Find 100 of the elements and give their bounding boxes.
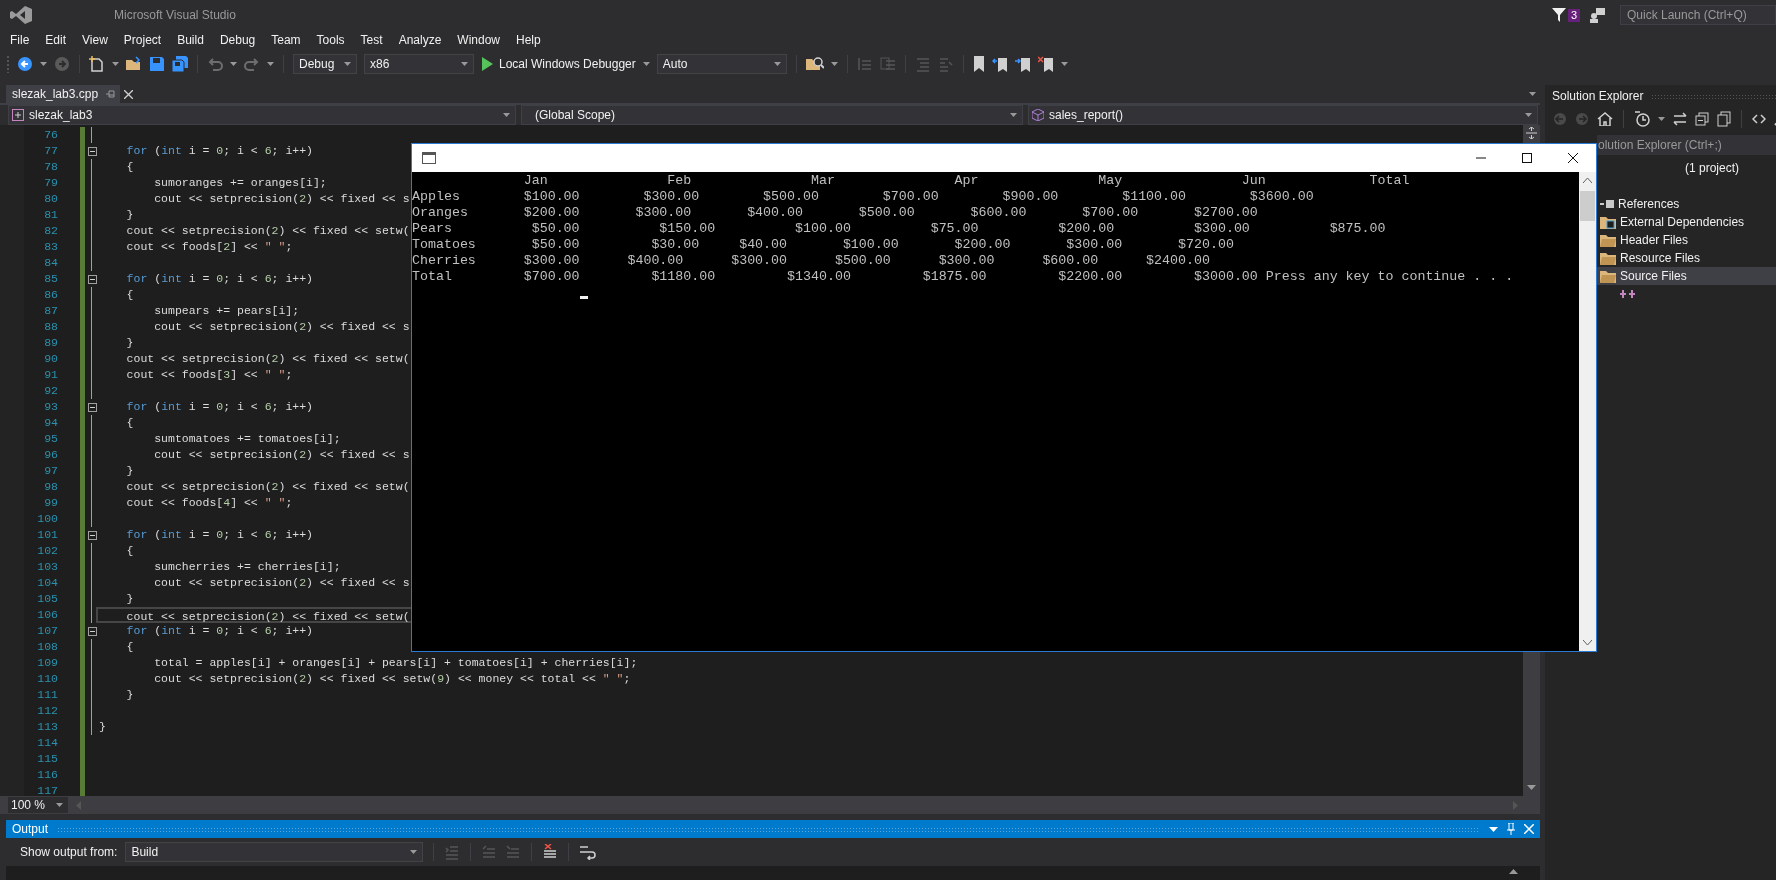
code-line: sumpears += pears[i]; [153,303,300,319]
menu-item[interactable]: Help [508,33,549,47]
pages-icon[interactable] [1717,111,1731,127]
member-dropdown[interactable]: sales_report() [1028,105,1538,125]
collapse-icon[interactable] [87,530,97,540]
save-icon[interactable] [149,56,165,72]
back-icon[interactable] [17,56,33,72]
close-icon[interactable] [1567,152,1579,164]
panel-title: Output [12,822,49,836]
pin-icon[interactable] [106,89,117,99]
menu-item[interactable]: Test [352,33,391,47]
output-source-dropdown[interactable]: Build [125,842,424,862]
code-line: { [125,543,134,559]
word-wrap-icon[interactable] [579,844,598,860]
code-line: } [125,207,134,223]
line-number: 88 [43,319,58,335]
caret-icon [410,850,418,854]
caret-icon [1060,62,1068,66]
line-number: 82 [43,223,58,239]
project-dropdown[interactable]: slezak_lab3 [8,105,516,125]
scroll-up-icon[interactable] [1509,869,1518,874]
menu-item[interactable]: Build [169,33,212,47]
clear-all-icon[interactable] [542,844,559,860]
console-line: Pears $50.00 $150.00 $100.00 $75.00 $200.00 $300.00 $875.00 [412,221,1387,237]
code-line: } [125,463,134,479]
tree-item[interactable]: (1 project) [1597,159,1776,177]
menu-item[interactable]: Team [263,33,309,47]
scroll-thumb[interactable] [1580,191,1595,221]
tree-item[interactable]: References [1597,195,1776,213]
menu-item[interactable]: Edit [37,33,75,47]
bookmark-arrow-icon[interactable] [991,56,1008,72]
feedback-icon[interactable] [1590,7,1606,23]
line-number: 109 [36,655,58,671]
save-all-icon[interactable] [172,56,188,72]
scroll-up-icon[interactable] [1583,178,1592,183]
folder-search-icon[interactable] [805,56,824,72]
menu-item[interactable]: Analyze [390,33,450,47]
maximize-icon[interactable] [1521,152,1533,164]
line-number: 92 [43,383,58,399]
collapse-all-icon[interactable] [1695,112,1709,126]
line-number: 95 [43,431,58,447]
line-number: 93 [43,399,58,415]
quick-launch-field[interactable]: Quick Launch (Ctrl+Q) [1620,5,1776,25]
line-number: 108 [36,639,58,655]
history-icon[interactable] [1634,111,1650,127]
redo-icon[interactable] [244,56,260,72]
dropdown-icon[interactable] [1489,826,1498,832]
tree-item[interactable]: Source Files [1597,267,1776,285]
line-number: 94 [43,415,58,431]
tab-list-caret-icon [1529,92,1536,96]
scope-dropdown[interactable]: (Global Scope) [521,105,1023,125]
open-folder-icon[interactable] [126,56,142,72]
bookmark-arrow-icon[interactable] [1014,56,1031,72]
search-field[interactable]: olution Explorer (Ctrl+;) [1597,135,1776,155]
line-number: 87 [43,303,58,319]
line-number: 97 [43,463,58,479]
tree-item[interactable]: Resource Files [1597,249,1776,267]
scroll-down-icon[interactable] [1583,640,1592,645]
scroll-down-icon[interactable] [1527,785,1536,790]
sync-icon[interactable] [1673,112,1687,126]
notifications-button[interactable]: 3 [1551,8,1580,22]
menu-item[interactable]: File [2,33,38,47]
menu-item[interactable]: Project [115,33,170,47]
new-item-icon[interactable] [89,56,105,72]
undo-icon[interactable] [207,56,223,72]
pin-icon[interactable] [1507,823,1515,835]
split-icon[interactable] [1526,127,1537,139]
console-line: Cherries $300.00 $400.00 $300.00 $500.00 $300.00 $600.00 $2400.00 [412,253,1211,269]
line-number: 89 [43,335,58,351]
bookmark-icon[interactable] [972,56,985,72]
target-dropdown[interactable]: Auto [656,54,787,74]
code-line: sumcherries += cherries[i]; [153,559,341,575]
caret-icon [267,62,274,66]
funnel-icon [1551,8,1566,22]
console-line: Jan Feb Mar Apr May Jun Total [522,173,1411,189]
tree-item[interactable]: External Dependencies [1597,213,1776,231]
collapse-icon[interactable] [87,146,97,156]
collapse-icon[interactable] [87,402,97,412]
caret-icon [40,62,47,66]
start-debugging-button[interactable]: Local Windows Debugger [481,57,636,71]
panel-title: Solution Explorer [1552,89,1644,103]
tree-item[interactable]: Header Files [1597,231,1776,249]
home-icon[interactable] [1597,112,1613,126]
folder-icon [1600,269,1616,283]
field-label: Show output from: [20,845,118,859]
collapse-icon[interactable] [87,274,97,284]
collapse-icon[interactable] [87,626,97,636]
zoom-dropdown[interactable]: 100 % [8,797,68,813]
menu-item[interactable]: Debug [211,33,264,47]
menu-item[interactable]: View [74,33,116,47]
menu-item[interactable]: Window [449,33,508,47]
menu-item[interactable]: Tools [308,33,353,47]
line-number: 101 [36,527,58,543]
code-line: cout << setprecision(2) << fixed << setw( [125,479,410,495]
platform-dropdown[interactable]: x86 [364,54,474,74]
code-icon[interactable] [1752,113,1766,125]
console-line: Tomatoes $50.00 $30.00 $40.00 $100.00 $200.00 $300.00 $720.00 [412,237,1235,253]
configuration-dropdown[interactable]: Debug [293,54,357,74]
line-number: 113 [36,719,58,735]
bookmark-delete-icon[interactable] [1037,56,1054,72]
